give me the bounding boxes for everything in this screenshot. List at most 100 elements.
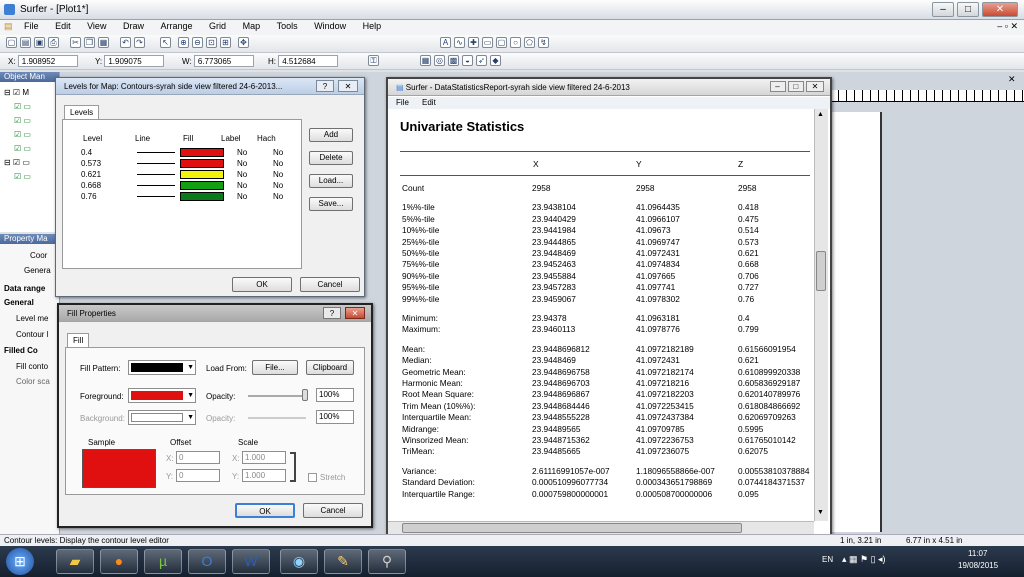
tree-item[interactable]: ☑ ▭ bbox=[14, 144, 31, 153]
level-label[interactable]: No bbox=[237, 170, 247, 179]
level-label[interactable]: No bbox=[237, 159, 247, 168]
tree-item[interactable]: ⊟ ☑ ▭ bbox=[4, 158, 30, 167]
levels-ok-button[interactable]: OK bbox=[232, 277, 292, 292]
taskbar-paint-icon[interactable]: ✎ bbox=[324, 549, 362, 574]
tree-item[interactable]: ☑ ▭ bbox=[14, 172, 31, 181]
close-icon[interactable]: ✕ bbox=[806, 81, 824, 92]
prop-tab-general[interactable]: Genera bbox=[24, 266, 51, 275]
menu-help[interactable]: Help bbox=[356, 20, 389, 31]
level-row[interactable]: 0.4 No No bbox=[77, 148, 337, 158]
redo-icon[interactable]: ↷ bbox=[134, 37, 145, 48]
stretch-checkbox[interactable] bbox=[308, 473, 317, 482]
paste-icon[interactable]: ▦ bbox=[98, 37, 109, 48]
prop-row-fill-contours[interactable]: Fill conto bbox=[16, 362, 48, 371]
stats-menu-edit[interactable]: Edit bbox=[422, 98, 436, 107]
level-label[interactable]: No bbox=[237, 148, 247, 157]
scale-link-bracket[interactable] bbox=[290, 452, 296, 482]
clipboard-button[interactable]: Clipboard bbox=[306, 360, 354, 375]
maximize-icon[interactable]: □ bbox=[787, 81, 804, 92]
level-line[interactable] bbox=[137, 185, 175, 186]
rounded-rect-icon[interactable]: ▢ bbox=[496, 37, 507, 48]
bg-opacity-field[interactable]: 100% bbox=[316, 410, 354, 424]
menu-edit[interactable]: Edit bbox=[48, 20, 78, 31]
taskbar-explorer-icon[interactable]: ▰ bbox=[56, 549, 94, 574]
menu-window[interactable]: Window bbox=[307, 20, 353, 31]
fill-pattern-select[interactable]: ▼ bbox=[128, 360, 196, 375]
level-line[interactable] bbox=[137, 174, 175, 175]
image-map-icon[interactable]: ▩ bbox=[448, 55, 459, 66]
load-button[interactable]: Load... bbox=[309, 174, 353, 188]
fill-ok-button[interactable]: OK bbox=[235, 503, 295, 518]
menu-tools[interactable]: Tools bbox=[270, 20, 305, 31]
close-button[interactable]: ✕ bbox=[982, 2, 1018, 17]
polyline-icon[interactable]: ∿ bbox=[454, 37, 465, 48]
stats-window-controls[interactable]: – □ ✕ bbox=[769, 81, 824, 92]
opacity-slider[interactable] bbox=[248, 395, 306, 397]
rectangle-icon[interactable]: ▭ bbox=[482, 37, 493, 48]
offset-x-field[interactable]: 0 bbox=[176, 451, 220, 464]
level-fill[interactable] bbox=[180, 148, 224, 157]
ellipse-icon[interactable]: ○ bbox=[510, 37, 521, 48]
print-icon[interactable]: ⎙ bbox=[48, 37, 59, 48]
tree-item[interactable]: ☑ ▭ bbox=[14, 102, 31, 111]
scale-y-field[interactable]: 1.000 bbox=[242, 469, 286, 482]
taskbar-word-icon[interactable]: W bbox=[232, 549, 270, 574]
help-icon[interactable]: ? bbox=[316, 80, 334, 92]
offset-y-field[interactable]: 0 bbox=[176, 469, 220, 482]
surface-map-icon[interactable]: ◆ bbox=[490, 55, 501, 66]
taskbar-firefox-icon[interactable]: ● bbox=[100, 549, 138, 574]
save-button[interactable]: Save... bbox=[309, 197, 353, 211]
polygon-icon[interactable]: ⬠ bbox=[524, 37, 535, 48]
text-icon[interactable]: A bbox=[440, 37, 451, 48]
opacity-slider-thumb[interactable] bbox=[302, 389, 308, 401]
level-hach[interactable]: No bbox=[273, 192, 283, 201]
zoom-in-icon[interactable]: ⊕ bbox=[178, 37, 189, 48]
contour-map-icon[interactable]: ◎ bbox=[434, 55, 445, 66]
select-icon[interactable]: ↖ bbox=[160, 37, 171, 48]
taskbar-utorrent-icon[interactable]: µ bbox=[144, 549, 182, 574]
taskbar-app-icon[interactable]: ⚲ bbox=[368, 549, 406, 574]
level-line[interactable] bbox=[137, 163, 175, 164]
vertical-scrollbar[interactable] bbox=[814, 109, 828, 521]
level-line[interactable] bbox=[137, 196, 175, 197]
tab-levels[interactable]: Levels bbox=[64, 105, 100, 119]
levels-cancel-button[interactable]: Cancel bbox=[300, 277, 360, 292]
minimize-button[interactable]: – bbox=[932, 2, 954, 17]
delete-button[interactable]: Delete bbox=[309, 151, 353, 165]
prop-tab-coordinates[interactable]: Coor bbox=[30, 251, 47, 260]
prop-row-contour-levels[interactable]: Contour l bbox=[16, 330, 48, 339]
bg-opacity-slider[interactable] bbox=[248, 417, 306, 419]
open-icon[interactable]: ▤ bbox=[20, 37, 31, 48]
menu-map[interactable]: Map bbox=[236, 20, 268, 31]
horizontal-scrollbar-thumb[interactable] bbox=[402, 523, 742, 533]
level-row[interactable]: 0.573 No No bbox=[77, 159, 337, 169]
taskbar-outlook-icon[interactable]: O bbox=[188, 549, 226, 574]
tray-icons[interactable]: ▴ ▦ ⚑ ▯ ◂) bbox=[842, 554, 886, 565]
menu-view[interactable]: View bbox=[80, 20, 113, 31]
undo-icon[interactable]: ↶ bbox=[120, 37, 131, 48]
file-button[interactable]: File... bbox=[252, 360, 298, 375]
dialog-close-icon[interactable]: ✕ bbox=[338, 80, 358, 92]
language-indicator[interactable]: EN bbox=[822, 555, 833, 564]
fill-cancel-button[interactable]: Cancel bbox=[303, 503, 363, 518]
zoom-out-icon[interactable]: ⊖ bbox=[192, 37, 203, 48]
symbol-icon[interactable]: ✚ bbox=[468, 37, 479, 48]
foreground-select[interactable]: ▼ bbox=[128, 388, 196, 403]
copy-icon[interactable]: ❐ bbox=[84, 37, 95, 48]
new-icon[interactable]: ▢ bbox=[6, 37, 17, 48]
menu-draw[interactable]: Draw bbox=[116, 20, 151, 31]
zoom-rect-icon[interactable]: ⊡ bbox=[206, 37, 217, 48]
fill-close-icon[interactable]: ✕ bbox=[345, 307, 365, 319]
cut-icon[interactable]: ✂ bbox=[70, 37, 81, 48]
level-hach[interactable]: No bbox=[273, 181, 283, 190]
menu-file[interactable]: File bbox=[17, 20, 46, 31]
level-label[interactable]: No bbox=[237, 192, 247, 201]
menu-grid[interactable]: Grid bbox=[202, 20, 233, 31]
level-fill[interactable] bbox=[180, 192, 224, 201]
tab-fill[interactable]: Fill bbox=[67, 333, 90, 347]
maximize-button[interactable]: □ bbox=[957, 2, 979, 17]
tree-item[interactable]: ☑ ▭ bbox=[14, 116, 31, 125]
level-fill[interactable] bbox=[180, 170, 224, 179]
fill-help-icon[interactable]: ? bbox=[323, 307, 341, 319]
background-select[interactable]: ▼ bbox=[128, 410, 196, 425]
